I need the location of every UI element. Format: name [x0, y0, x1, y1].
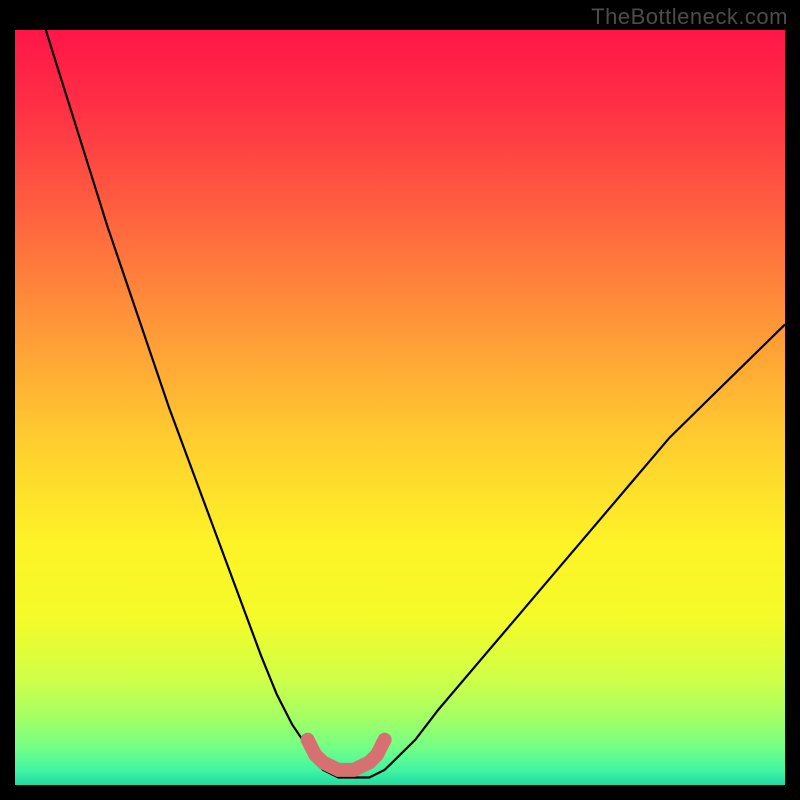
- chart-frame: [15, 30, 785, 785]
- plot-area: [15, 30, 785, 785]
- curve-layer: [15, 30, 785, 785]
- selected-range-marker: [308, 740, 385, 770]
- attribution-text: TheBottleneck.com: [591, 4, 788, 30]
- bottleneck-curve: [46, 30, 785, 778]
